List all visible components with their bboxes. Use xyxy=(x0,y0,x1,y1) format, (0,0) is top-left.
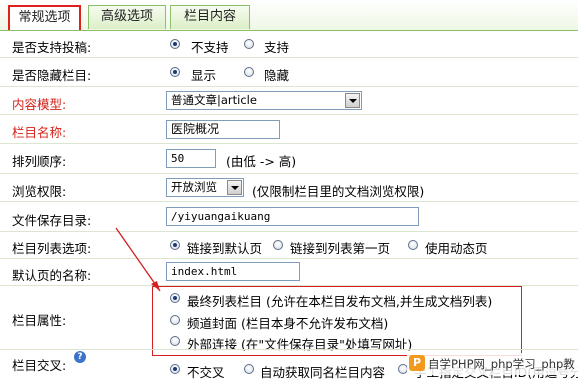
cross-label: 栏目交叉: xyxy=(12,358,67,373)
watermark-text: 自学PHP网_php学习_php教 xyxy=(428,357,575,371)
radio-auto-cross[interactable] xyxy=(244,364,254,374)
radio-no-cross[interactable] xyxy=(170,364,180,374)
no-cross-option: 不交叉 xyxy=(187,365,225,380)
annotation-arrow xyxy=(115,227,161,292)
php-logo-icon: P xyxy=(409,355,425,371)
help-icon[interactable]: ? xyxy=(74,351,86,363)
auto-cross-option: 自动获取同名栏目内容 xyxy=(260,365,386,380)
watermark: P 自学PHP网_php学习_php教 xyxy=(407,353,578,375)
